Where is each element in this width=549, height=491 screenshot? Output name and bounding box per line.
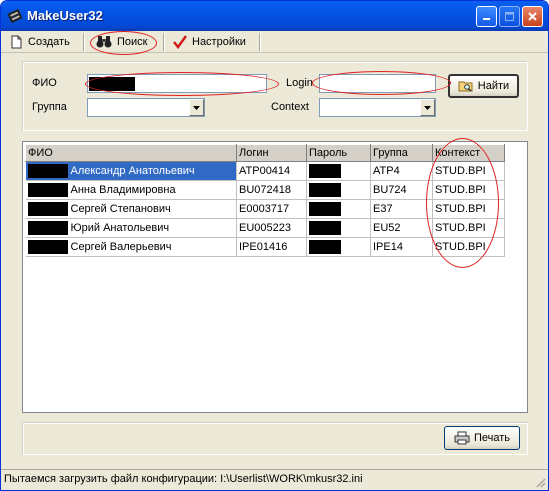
table-row[interactable]: Александр Анатольевич ATP00414 ATP4 STUD…	[25, 161, 505, 181]
cell-password[interactable]	[306, 218, 371, 238]
cell-login[interactable]: IPE01416	[236, 237, 307, 257]
find-button-label: Найти	[477, 80, 510, 92]
cell-group[interactable]: BU724	[370, 180, 433, 200]
column-header-context[interactable]: Контекст	[432, 144, 505, 162]
redacted-block	[27, 183, 68, 197]
table-row[interactable]: Юрий Анатольевич EU005223 EU52 STUD.BPI	[25, 218, 505, 238]
fio-text: Сергей Степанович	[70, 203, 171, 215]
menu-separator	[163, 33, 165, 51]
menu-item-settings[interactable]: Настройки	[173, 33, 246, 51]
maximize-icon	[505, 12, 514, 21]
close-button[interactable]	[522, 6, 543, 27]
resize-grip-icon[interactable]	[534, 476, 546, 488]
redacted-block	[27, 221, 68, 235]
redacted-block	[309, 240, 341, 254]
app-icon	[7, 8, 23, 24]
login-input[interactable]	[319, 74, 436, 93]
redacted-block	[27, 202, 68, 216]
cell-group[interactable]: IPE14	[370, 237, 433, 257]
cell-context[interactable]: STUD.BPI	[432, 180, 505, 200]
table-row[interactable]: Анна Владимировна BU072418 BU724 STUD.BP…	[25, 180, 505, 200]
cell-fio[interactable]: Александр Анатольевич	[25, 161, 237, 181]
login-label: Login	[286, 77, 313, 89]
menu-separator	[83, 33, 85, 51]
context-label: Context	[271, 101, 309, 113]
main-window: MakeUser32 Создать Поиск Настройки ФИО Г…	[0, 0, 549, 491]
dropdown-button[interactable]	[189, 99, 204, 116]
new-document-icon	[11, 35, 22, 49]
cell-context[interactable]: STUD.BPI	[432, 199, 505, 219]
maximize-button[interactable]	[499, 6, 520, 27]
menu-label-create: Создать	[28, 36, 70, 48]
fio-text: Юрий Анатольевич	[70, 222, 170, 234]
cell-context[interactable]: STUD.BPI	[432, 218, 505, 238]
fio-text: Александр Анатольевич	[70, 165, 195, 177]
fio-label: ФИО	[32, 77, 57, 89]
table-row[interactable]: Сергей Валерьевич IPE01416 IPE14 STUD.BP…	[25, 237, 505, 257]
cell-password[interactable]	[306, 199, 371, 219]
minimize-button[interactable]	[476, 6, 497, 27]
results-grid[interactable]: ФИО Логин Пароль Группа Контекст Алексан…	[22, 141, 528, 413]
cell-group[interactable]: E37	[370, 199, 433, 219]
binoculars-icon	[96, 36, 112, 48]
redacted-block	[309, 221, 341, 235]
menu-label-settings: Настройки	[192, 36, 246, 48]
chevron-down-icon	[193, 105, 200, 110]
toolbar: Создать Поиск Настройки	[1, 31, 548, 53]
redacted-block	[27, 240, 68, 254]
results-table: ФИО Логин Пароль Группа Контекст Алексан…	[25, 144, 505, 257]
cell-password[interactable]	[306, 161, 371, 181]
column-header-group[interactable]: Группа	[370, 144, 433, 162]
window-title: MakeUser32	[27, 8, 103, 23]
cell-context[interactable]: STUD.BPI	[432, 237, 505, 257]
redacted-block	[309, 164, 341, 178]
group-label: Группа	[32, 101, 67, 113]
fio-text: Анна Владимировна	[70, 184, 176, 196]
cell-login[interactable]: E0003717	[236, 199, 307, 219]
redacted-block	[89, 77, 135, 91]
checkmark-icon	[173, 35, 187, 49]
status-text: Пытаемся загрузить файл конфигурации: I:…	[4, 473, 363, 485]
cell-context[interactable]: STUD.BPI	[432, 161, 505, 181]
cell-group[interactable]: EU52	[370, 218, 433, 238]
column-header-login[interactable]: Логин	[236, 144, 307, 162]
chevron-down-icon	[424, 105, 431, 110]
find-button[interactable]: Найти	[448, 74, 519, 98]
cell-fio[interactable]: Сергей Валерьевич	[25, 237, 237, 257]
cell-password[interactable]	[306, 237, 371, 257]
column-header-password[interactable]: Пароль	[306, 144, 371, 162]
menu-separator	[259, 33, 261, 51]
cell-login[interactable]: BU072418	[236, 180, 307, 200]
fio-input[interactable]	[87, 74, 267, 93]
group-select[interactable]	[87, 98, 205, 117]
cell-login[interactable]: ATP00414	[236, 161, 307, 181]
cell-password[interactable]	[306, 180, 371, 200]
cell-fio[interactable]: Юрий Анатольевич	[25, 218, 237, 238]
context-select[interactable]	[319, 98, 436, 117]
close-icon	[528, 12, 537, 21]
fio-text: Сергей Валерьевич	[70, 241, 172, 253]
print-button-label: Печать	[473, 432, 511, 444]
table-header-row: ФИО Логин Пароль Группа Контекст	[25, 144, 505, 162]
column-header-fio[interactable]: ФИО	[25, 144, 237, 162]
redacted-block	[309, 202, 341, 216]
cell-fio[interactable]: Сергей Степанович	[25, 199, 237, 219]
status-bar: Пытаемся загрузить файл конфигурации: I:…	[1, 469, 548, 490]
menu-item-create[interactable]: Создать	[9, 33, 70, 51]
cell-login[interactable]: EU005223	[236, 218, 307, 238]
dropdown-button[interactable]	[420, 99, 435, 116]
print-button[interactable]: Печать	[444, 426, 520, 450]
redacted-block	[309, 183, 341, 197]
table-row[interactable]: Сергей Степанович E0003717 E37 STUD.BPI	[25, 199, 505, 219]
minimize-icon	[483, 18, 490, 20]
menu-label-search: Поиск	[117, 36, 148, 48]
cell-group[interactable]: ATP4	[370, 161, 433, 181]
menu-item-search[interactable]: Поиск	[96, 33, 147, 51]
search-folder-icon	[458, 81, 473, 92]
cell-fio[interactable]: Анна Владимировна	[25, 180, 237, 200]
printer-icon	[454, 431, 470, 445]
redacted-block	[27, 164, 68, 178]
title-bar[interactable]: MakeUser32	[1, 1, 548, 31]
